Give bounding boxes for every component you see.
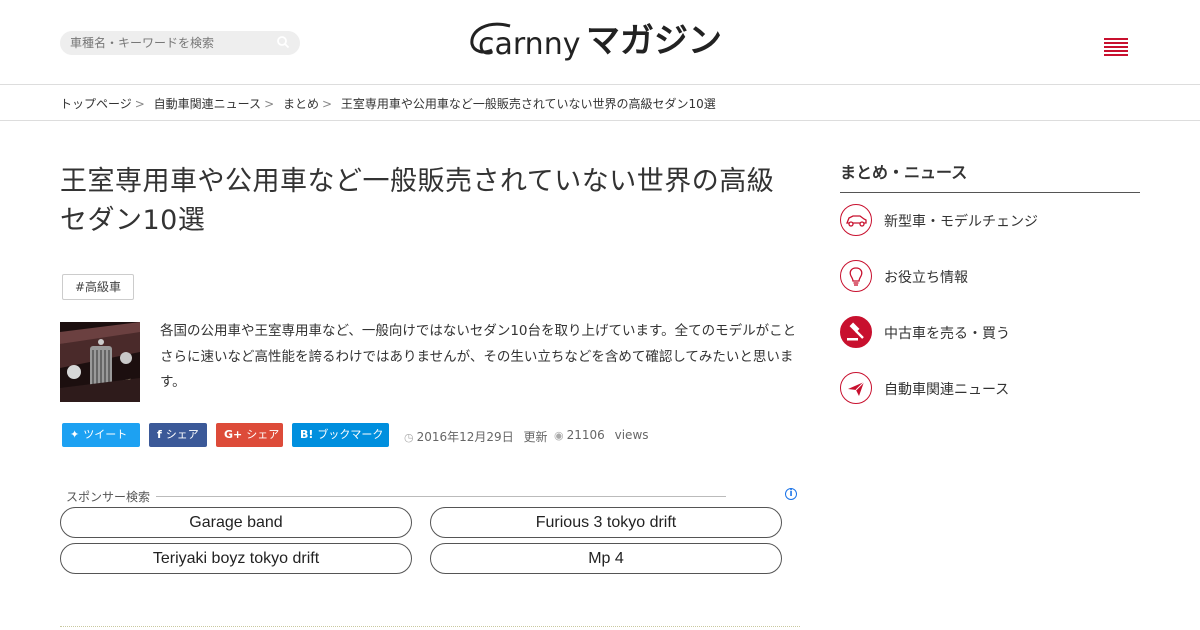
views-count-value: 21106	[566, 428, 605, 442]
twitter-icon: ✦	[70, 428, 80, 441]
sidebar-title: まとめ・ニュース	[840, 163, 968, 182]
car-icon	[840, 204, 872, 236]
sidebar-item-label: 自動車関連ニュース	[884, 382, 1010, 398]
googleplus-icon: G+	[224, 428, 243, 441]
site-logo[interactable]: carnny マガジン	[466, 16, 732, 68]
facebook-icon: f	[157, 428, 162, 441]
date-value: 2016年12月29日	[416, 430, 514, 444]
hatena-bookmark-button[interactable]: B! ブックマーク	[292, 423, 389, 447]
sidebar-item-used-cars[interactable]: 中古車を売る・買う	[840, 316, 1140, 350]
logo-wordmark: carnny	[478, 27, 580, 62]
clock-icon: ◷	[404, 431, 414, 444]
sponsor-link[interactable]: Mp 4	[430, 543, 782, 574]
googleplus-share-button[interactable]: G+ シェア	[216, 423, 283, 447]
sidebar-item-tips[interactable]: お役立ち情報	[840, 260, 1140, 294]
updated-date: ◷ 2016年12月29日 更新	[404, 428, 548, 445]
twitter-share-label: ツイート	[83, 428, 128, 441]
paper-plane-icon	[840, 372, 872, 404]
hatena-bookmark-label: ブックマーク	[317, 428, 384, 441]
breadcrumb-link-top[interactable]: トップページ	[60, 97, 132, 111]
sidebar-item-new-models[interactable]: 新型車・モデルチェンジ	[840, 204, 1140, 238]
facebook-share-button[interactable]: f シェア	[149, 423, 207, 447]
search-input[interactable]	[70, 35, 270, 51]
sidebar-item-label: 中古車を売る・買う	[884, 326, 1010, 342]
logo-suffix: マガジン	[586, 21, 722, 61]
breadcrumb-current: 王室専用車や公用車など一般販売されていない世界の高級セダン10選	[340, 97, 716, 111]
sponsor-label: スポンサー検索	[66, 488, 157, 505]
article-thumbnail	[60, 322, 140, 402]
sidebar-divider	[840, 192, 1140, 193]
breadcrumb: トップページ > 自動車関連ニュース > まとめ > 王室専用車や公用車など一般販売さ…	[0, 85, 1200, 121]
sidebar-item-label: 新型車・モデルチェンジ	[884, 214, 1038, 230]
tag-badge[interactable]: #高級車	[62, 274, 135, 300]
breadcrumb-separator: >	[264, 97, 275, 111]
info-icon[interactable]: i	[785, 488, 797, 500]
search-box[interactable]	[60, 31, 300, 55]
breadcrumb-link-matome[interactable]: まとめ	[283, 97, 319, 111]
sidebar-item-news[interactable]: 自動車関連ニュース	[840, 372, 1140, 406]
auction-hammer-icon	[840, 316, 872, 348]
googleplus-share-label: シェア	[246, 428, 280, 441]
lightbulb-icon	[840, 260, 872, 292]
eye-icon: ◉	[554, 429, 564, 442]
sidebar-item-label: お役立ち情報	[884, 270, 968, 286]
sponsor-link[interactable]: Teriyaki boyz tokyo drift	[60, 543, 412, 574]
view-count: ◉ 21106 views	[554, 428, 649, 442]
updated-label: 更新	[523, 430, 548, 444]
search-icon[interactable]	[276, 35, 290, 49]
sponsor-link[interactable]: Garage band	[60, 507, 412, 538]
content-divider	[60, 626, 800, 627]
hatena-icon: B!	[300, 428, 314, 441]
twitter-share-button[interactable]: ✦ ツイート	[62, 423, 140, 447]
sponsor-link[interactable]: Furious 3 tokyo drift	[430, 507, 782, 538]
facebook-share-label: シェア	[165, 428, 199, 441]
breadcrumb-link-news[interactable]: 自動車関連ニュース	[154, 97, 261, 111]
sponsor-divider	[156, 496, 726, 497]
site-header: carnny マガジン	[0, 0, 1200, 85]
hamburger-menu-icon[interactable]	[1104, 38, 1128, 58]
breadcrumb-separator: >	[321, 97, 333, 111]
views-label: views	[614, 428, 649, 442]
article-lead: 各国の公用車や王室専用車など、一般向けではないセダン10台を取り上げています。全…	[160, 323, 797, 390]
article-title: 王室専用車や公用車など一般販売されていない世界の高級セダン10選	[60, 166, 775, 236]
breadcrumb-separator: >	[134, 97, 145, 111]
